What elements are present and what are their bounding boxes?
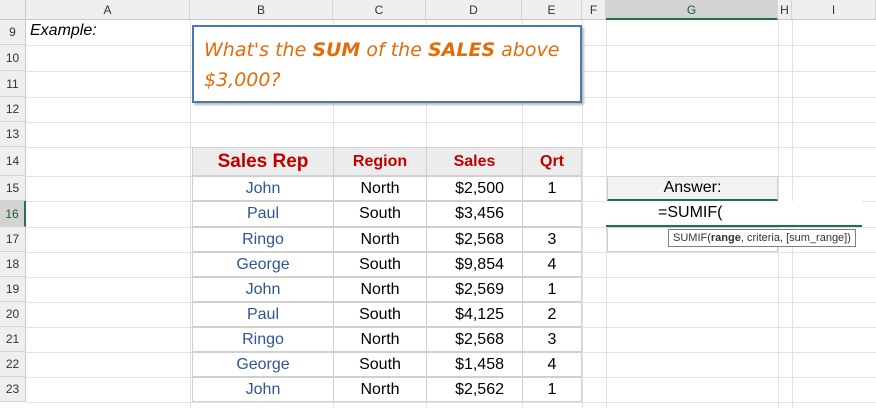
cell-qrt[interactable]: 3 xyxy=(522,227,582,252)
column-header-a[interactable]: A xyxy=(26,0,190,20)
row-header-19[interactable]: 19 xyxy=(0,277,26,302)
cell-sales[interactable]: $1,458 xyxy=(426,352,523,377)
tooltip-fn: SUMIF( xyxy=(673,232,711,244)
row-header-9[interactable]: 9 xyxy=(0,20,26,45)
row-header-20[interactable]: 20 xyxy=(0,302,26,327)
cell-sales[interactable]: $2,500 xyxy=(426,176,523,201)
tooltip-arg-range[interactable]: range xyxy=(711,232,741,244)
row-header-12[interactable]: 12 xyxy=(0,97,26,122)
cell-region[interactable]: North xyxy=(333,377,427,402)
cell-sales[interactable]: $4,125 xyxy=(426,302,523,327)
cell-sales-rep[interactable]: John xyxy=(192,176,334,201)
cell-sales[interactable]: $2,568 xyxy=(426,227,523,252)
row-header-17[interactable]: 17 xyxy=(0,227,26,252)
row-header-13[interactable]: 13 xyxy=(0,122,26,147)
cell-sales[interactable]: $2,568 xyxy=(426,327,523,352)
cell-qrt[interactable]: 2 xyxy=(522,302,582,327)
table-header-sales-rep[interactable]: Sales Rep xyxy=(192,147,334,176)
cell-qrt[interactable]: 1 xyxy=(522,377,582,402)
table-header-qrt[interactable]: Qrt xyxy=(522,147,582,176)
cell-region[interactable]: North xyxy=(333,176,427,201)
row-header-16[interactable]: 16 xyxy=(0,201,26,227)
tooltip-rest: , criteria, [sum_range]) xyxy=(740,232,851,244)
cell-sales-rep[interactable]: George xyxy=(192,352,334,377)
cell-qrt[interactable]: 4 xyxy=(522,352,582,377)
formula-text: =SUMIF( xyxy=(658,204,723,221)
row-header-21[interactable]: 21 xyxy=(0,327,26,352)
cell-region[interactable]: North xyxy=(333,327,427,352)
cell-sales-rep[interactable]: Ringo xyxy=(192,327,334,352)
row-header-10[interactable]: 10 xyxy=(0,45,26,71)
cell-sales[interactable]: $9,854 xyxy=(426,252,523,277)
column-header-i[interactable]: I xyxy=(792,0,876,20)
cell-region[interactable]: North xyxy=(333,277,427,302)
select-all-corner[interactable] xyxy=(0,0,26,20)
function-tooltip[interactable]: SUMIF(range, criteria, [sum_range]) xyxy=(668,229,856,247)
column-header-b[interactable]: B xyxy=(190,0,333,20)
gridline xyxy=(190,20,191,408)
cell-sales-rep[interactable]: Ringo xyxy=(192,227,334,252)
cell-qrt[interactable]: 4 xyxy=(522,252,582,277)
column-header-c[interactable]: C xyxy=(333,0,426,20)
cell-sales[interactable]: $2,562 xyxy=(426,377,523,402)
spreadsheet-grid[interactable]: A B C D E F G H I 9 10 11 12 13 14 15 16… xyxy=(0,0,876,408)
answer-label[interactable]: Answer: xyxy=(607,176,778,201)
column-header-d[interactable]: D xyxy=(426,0,522,20)
table-header-sales[interactable]: Sales xyxy=(426,147,523,176)
callout-text: of the xyxy=(360,39,428,61)
example-label: Example: xyxy=(30,22,97,39)
callout-text: What's the xyxy=(204,39,313,61)
cell-region[interactable]: South xyxy=(333,252,427,277)
cell-sales-rep[interactable]: John xyxy=(192,377,334,402)
cell-sales[interactable]: $3,456 xyxy=(426,201,523,227)
callout-bold-sales: SALES xyxy=(427,39,496,61)
cell-sales-rep[interactable]: George xyxy=(192,252,334,277)
gridline xyxy=(26,122,876,123)
cell-sales-rep[interactable]: John xyxy=(192,277,334,302)
callout-text: $3,000? xyxy=(204,69,281,91)
cell-qrt[interactable]: 1 xyxy=(522,277,582,302)
callout-bold-sum: SUM xyxy=(312,39,361,61)
cell-qrt[interactable]: 3 xyxy=(522,327,582,352)
cell-region[interactable]: South xyxy=(333,302,427,327)
formula-edit-cell[interactable]: =SUMIF( xyxy=(606,201,862,227)
cell-sales-rep[interactable]: Paul xyxy=(192,302,334,327)
row-header-18[interactable]: 18 xyxy=(0,252,26,277)
row-header-15[interactable]: 15 xyxy=(0,176,26,201)
cell-sales[interactable]: $2,569 xyxy=(426,277,523,302)
column-header-e[interactable]: E xyxy=(522,0,582,20)
column-header-f[interactable]: F xyxy=(582,0,606,20)
row-header-23[interactable]: 23 xyxy=(0,377,26,402)
cell-region[interactable]: South xyxy=(333,352,427,377)
row-header-11[interactable]: 11 xyxy=(0,71,26,97)
table-header-region[interactable]: Region xyxy=(333,147,427,176)
question-callout: What's the SUM of the SALES above $3,000… xyxy=(192,25,582,103)
cell-sales-rep[interactable]: Paul xyxy=(192,201,334,227)
cell-qrt[interactable] xyxy=(522,201,582,227)
gridline xyxy=(26,402,876,403)
column-header-h[interactable]: H xyxy=(778,0,792,20)
row-header-14[interactable]: 14 xyxy=(0,147,26,176)
cell-region[interactable]: South xyxy=(333,201,427,227)
callout-text: above xyxy=(495,39,560,61)
row-header-22[interactable]: 22 xyxy=(0,352,26,377)
cell-region[interactable]: North xyxy=(333,227,427,252)
cell-qrt[interactable]: 1 xyxy=(522,176,582,201)
gridline xyxy=(582,20,583,408)
column-header-g[interactable]: G xyxy=(606,0,778,20)
